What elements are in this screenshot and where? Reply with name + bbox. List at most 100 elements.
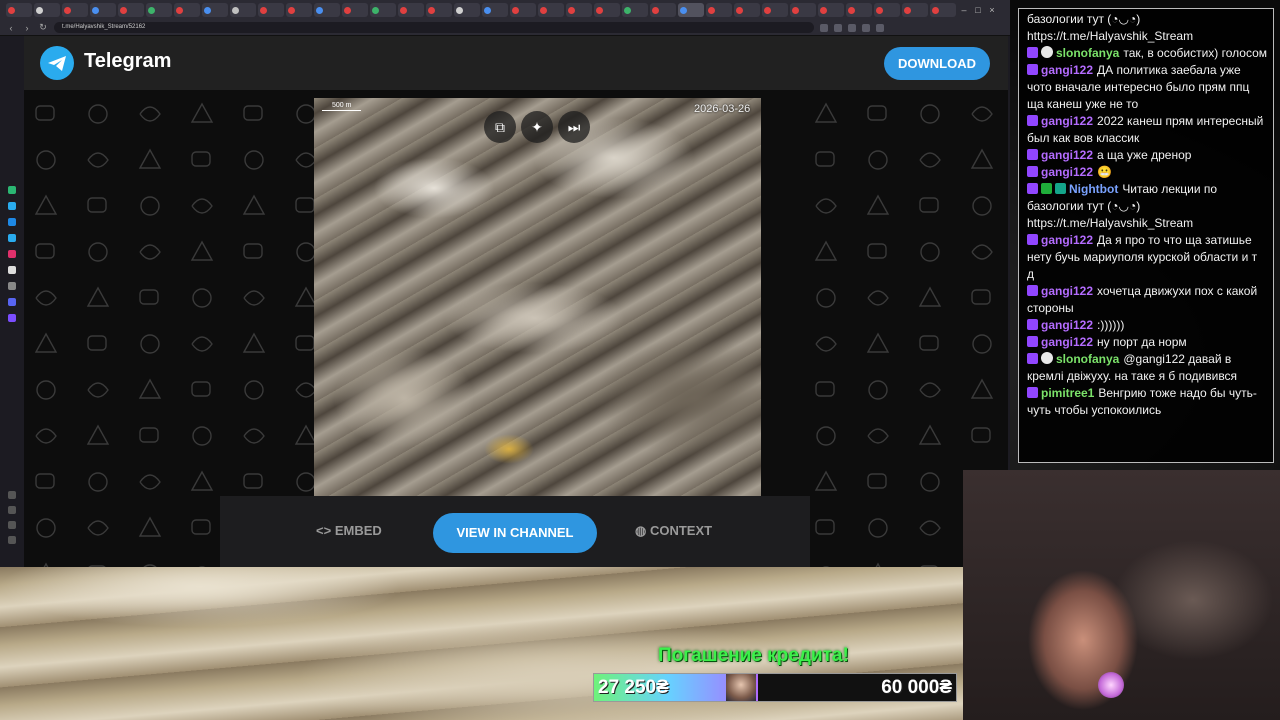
sidebar-tool-icon[interactable] bbox=[8, 491, 16, 499]
sidebar-app-icon[interactable] bbox=[8, 218, 16, 226]
extension-icon[interactable] bbox=[834, 23, 842, 32]
browser-tab[interactable] bbox=[622, 3, 648, 17]
browser-tab[interactable] bbox=[902, 3, 928, 17]
menu-icon[interactable] bbox=[876, 23, 884, 32]
browser-tab[interactable] bbox=[258, 3, 284, 17]
sparkle-icon[interactable]: ✦ bbox=[521, 111, 553, 143]
context-button[interactable]: ◍ CONTEXT bbox=[635, 523, 712, 539]
goal-target: 60 000₴ bbox=[881, 677, 952, 698]
browser-tab[interactable] bbox=[734, 3, 760, 17]
chat-badge-icon bbox=[1027, 234, 1038, 245]
post-image[interactable]: 500 m 2026-03-26 ⧉ ✦ ⏭ bbox=[314, 98, 761, 496]
embed-button[interactable]: <> EMBED bbox=[316, 523, 382, 538]
browser-tab[interactable] bbox=[146, 3, 172, 17]
sidebar-tool-icon[interactable] bbox=[8, 506, 16, 514]
chat-username[interactable]: gangi122 bbox=[1041, 318, 1093, 332]
extension-icon[interactable] bbox=[848, 23, 856, 32]
sidebar-app-icon[interactable] bbox=[8, 234, 16, 242]
reload-icon[interactable]: ↻ bbox=[38, 22, 48, 33]
browser-tab[interactable] bbox=[118, 3, 144, 17]
browser-tab[interactable] bbox=[34, 3, 60, 17]
doodle-shape bbox=[140, 334, 160, 354]
browser-tab[interactable] bbox=[510, 3, 536, 17]
chat-text: так, в особистих) голосом bbox=[1123, 46, 1268, 60]
browser-tab[interactable] bbox=[482, 3, 508, 17]
chat-badge-icon bbox=[1027, 319, 1038, 330]
browser-tab[interactable] bbox=[286, 3, 312, 17]
telegram-logo-icon[interactable] bbox=[40, 46, 74, 80]
browser-tab[interactable] bbox=[62, 3, 88, 17]
forward-icon[interactable]: › bbox=[22, 23, 32, 33]
browser-tab[interactable] bbox=[454, 3, 480, 17]
x-icon[interactable] bbox=[8, 282, 16, 290]
extension-icon[interactable] bbox=[820, 23, 828, 32]
browser-tab[interactable] bbox=[202, 3, 228, 17]
chat-username[interactable]: gangi122 bbox=[1041, 165, 1093, 179]
context-label: CONTEXT bbox=[649, 523, 713, 538]
browser-tab[interactable] bbox=[230, 3, 256, 17]
sidebar-app-icon[interactable] bbox=[8, 186, 16, 194]
browser-tab[interactable] bbox=[174, 3, 200, 17]
url-input[interactable]: t.me/Halyavshik_Stream/52162 bbox=[54, 22, 814, 33]
chat-message: pimitree1 Венгрию тоже надо бы чуть-чуть … bbox=[1027, 385, 1267, 419]
browser-tab[interactable] bbox=[874, 3, 900, 17]
skip-icon[interactable]: ⏭ bbox=[558, 111, 590, 143]
sidebar-tool-icon[interactable] bbox=[8, 521, 16, 529]
chat-username[interactable]: gangi122 bbox=[1041, 114, 1093, 128]
sidebar-app-icon[interactable] bbox=[8, 314, 16, 322]
chat-username[interactable]: slonofanya bbox=[1056, 46, 1119, 60]
doodle-shape bbox=[138, 516, 162, 537]
telegram-title[interactable]: Telegram bbox=[84, 50, 171, 73]
settings-icon[interactable] bbox=[8, 536, 16, 544]
doodle-shape bbox=[815, 336, 837, 352]
browser-tab[interactable] bbox=[818, 3, 844, 17]
browser-tab[interactable] bbox=[398, 3, 424, 17]
doodle-shape bbox=[919, 152, 941, 168]
browser-tab[interactable] bbox=[6, 3, 32, 17]
extension-icon[interactable] bbox=[862, 23, 870, 32]
browser-tab[interactable] bbox=[538, 3, 564, 17]
back-icon[interactable]: ‹ bbox=[6, 23, 16, 33]
sidebar-app-icon[interactable] bbox=[8, 266, 16, 274]
view-in-channel-button[interactable]: VIEW IN CHANNEL bbox=[433, 513, 597, 553]
microphone-icon bbox=[1098, 672, 1124, 698]
download-button[interactable]: DOWNLOAD bbox=[884, 47, 990, 80]
browser-tab[interactable] bbox=[930, 3, 956, 17]
browser-tab[interactable] bbox=[846, 3, 872, 17]
browser-tab[interactable] bbox=[342, 3, 368, 17]
browser-tab[interactable] bbox=[650, 3, 676, 17]
minimize-icon[interactable]: – bbox=[958, 4, 970, 16]
tab-favicon-icon bbox=[120, 6, 127, 14]
browser-tab[interactable] bbox=[314, 3, 340, 17]
browser-tab[interactable] bbox=[566, 3, 592, 17]
browser-tab[interactable] bbox=[790, 3, 816, 17]
browser-tab[interactable] bbox=[762, 3, 788, 17]
chat-username[interactable]: gangi122 bbox=[1041, 148, 1093, 162]
doodle-shape bbox=[244, 380, 264, 400]
doodle-shape bbox=[972, 196, 992, 216]
close-icon[interactable]: × bbox=[986, 4, 998, 16]
doodle-shape bbox=[139, 106, 161, 122]
chat-username[interactable]: gangi122 bbox=[1041, 284, 1093, 298]
chat-username[interactable]: gangi122 bbox=[1041, 233, 1093, 247]
chat-username[interactable]: slonofanya bbox=[1056, 352, 1119, 366]
doodle-shape bbox=[35, 428, 57, 444]
chat-username[interactable]: gangi122 bbox=[1041, 63, 1093, 77]
telegram-icon[interactable] bbox=[8, 202, 16, 210]
browser-tab[interactable] bbox=[678, 3, 704, 17]
chat-username[interactable]: gangi122 bbox=[1041, 335, 1093, 349]
browser-tab[interactable] bbox=[706, 3, 732, 17]
tab-favicon-icon bbox=[876, 6, 883, 14]
instagram-icon[interactable] bbox=[8, 250, 16, 258]
chat-badge-icon bbox=[1041, 183, 1052, 194]
browser-tab[interactable] bbox=[426, 3, 452, 17]
chat-username[interactable]: Nightbot bbox=[1069, 182, 1118, 196]
chat-username[interactable]: pimitree1 bbox=[1041, 386, 1094, 400]
maximize-icon[interactable]: □ bbox=[972, 4, 984, 16]
browser-tab[interactable] bbox=[90, 3, 116, 17]
browser-tab[interactable] bbox=[370, 3, 396, 17]
discord-icon[interactable] bbox=[8, 298, 16, 306]
copy-icon[interactable]: ⧉ bbox=[484, 111, 516, 143]
chat-message: базологии тут (◔◡◔) bbox=[1027, 11, 1267, 28]
browser-tab[interactable] bbox=[594, 3, 620, 17]
